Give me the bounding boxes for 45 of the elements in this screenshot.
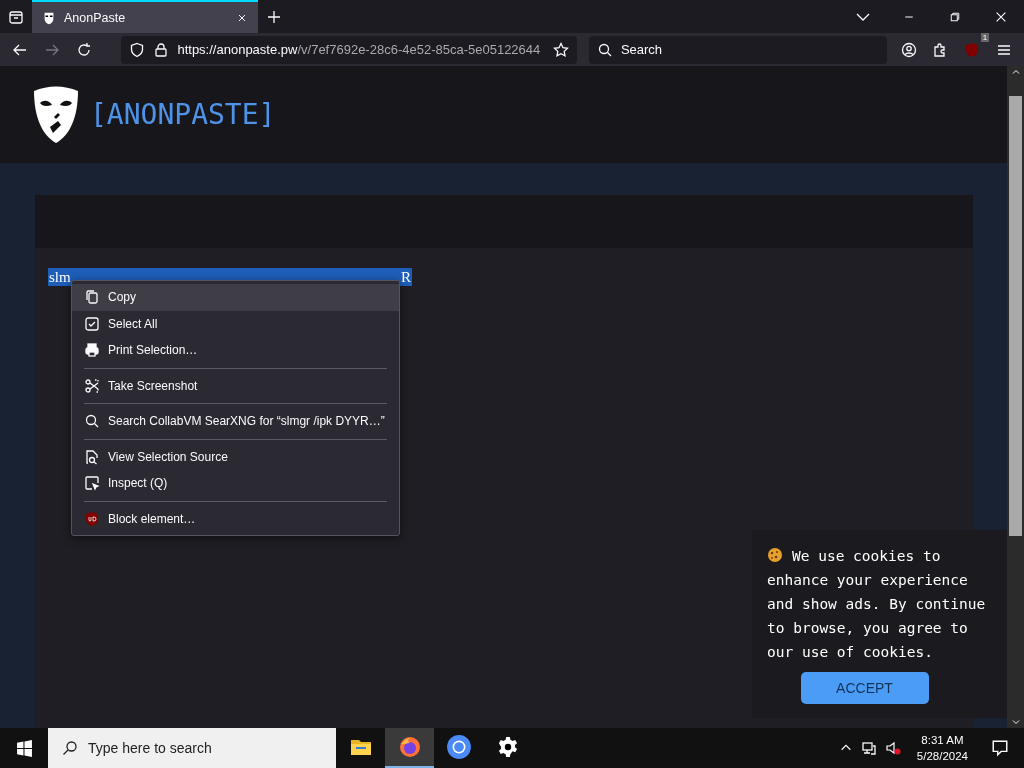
document-search-icon — [84, 448, 100, 465]
reload-icon[interactable] — [75, 41, 92, 58]
mask-icon — [42, 10, 56, 25]
menu-item[interactable]: Print Selection… — [72, 337, 399, 364]
menu-item[interactable]: Block element… — [72, 505, 399, 532]
chromium-icon — [445, 734, 472, 760]
scrollbar[interactable] — [1007, 66, 1024, 728]
browser-tab[interactable]: AnonPaste — [32, 0, 258, 33]
site-logo[interactable]: [ANONPASTE] — [90, 98, 276, 131]
accept-button[interactable]: ACCEPT — [800, 672, 929, 704]
clock[interactable]: 8:31 AM 5/28/2024 — [908, 732, 976, 764]
new-tab-icon[interactable] — [266, 8, 282, 25]
mask-logo-icon — [32, 84, 80, 145]
menu-item[interactable]: Search CollabVM SearXNG for “slmgr /ipk DYYR…” — [72, 408, 399, 435]
search-icon — [596, 41, 613, 58]
checkbox-icon — [84, 315, 100, 332]
restore-icon[interactable] — [949, 10, 961, 23]
inspect-icon — [84, 475, 100, 492]
network-icon[interactable] — [860, 740, 877, 756]
search-field[interactable]: Search — [588, 35, 887, 64]
shield-icon — [129, 41, 146, 58]
windows-start-icon[interactable] — [15, 739, 33, 757]
star-icon[interactable] — [552, 41, 569, 58]
menu-item[interactable]: View Selection Source — [72, 443, 399, 470]
menu-item[interactable]: Inspect (Q) — [72, 470, 399, 497]
account-icon[interactable] — [900, 41, 917, 58]
firefox-icon — [397, 735, 422, 759]
copy-icon — [84, 289, 100, 306]
cookie-icon — [767, 547, 783, 563]
menu-item[interactable]: Copy — [72, 284, 399, 311]
settings-icon — [496, 736, 519, 758]
search-icon — [84, 413, 100, 430]
scissors-icon — [84, 377, 100, 394]
taskbar-search-field[interactable]: Type here to search — [48, 728, 336, 768]
search-icon — [62, 740, 78, 756]
lock-icon — [153, 41, 170, 58]
cookie-message: We use cookies to enhance your experience and show ads. By continue to browse, you agree to our use of cookies. — [767, 546, 987, 662]
shield-icon — [84, 510, 100, 527]
menu-item[interactable]: Select All — [72, 310, 399, 337]
extension-badge: 1 — [980, 32, 990, 42]
notification-icon[interactable] — [991, 739, 1009, 757]
muted-speaker-icon[interactable] — [884, 740, 901, 756]
tab-list-icon[interactable] — [8, 8, 24, 25]
menu-item[interactable]: Take Screenshot — [72, 372, 399, 399]
printer-icon — [84, 342, 100, 359]
